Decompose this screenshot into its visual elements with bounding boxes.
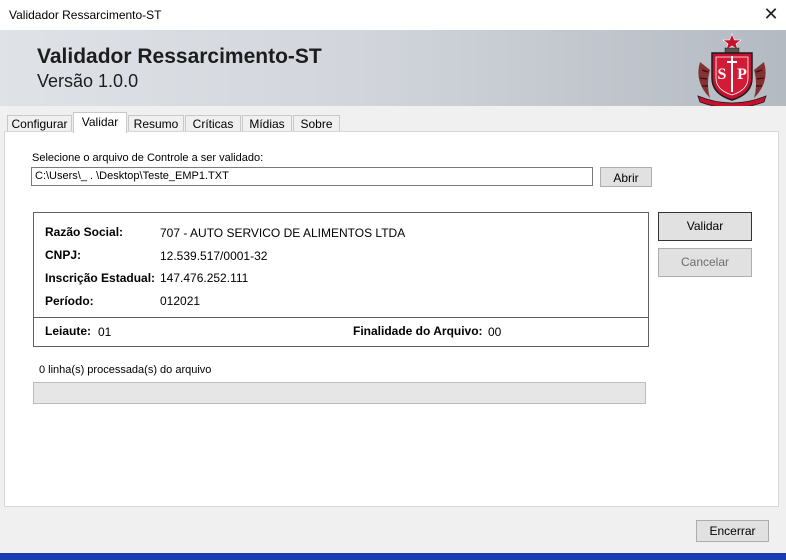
inscricao-estadual-value: 147.476.252.111: [160, 271, 249, 285]
cancel-button[interactable]: Cancelar: [658, 248, 752, 277]
svg-text:P: P: [737, 66, 747, 83]
tab-criticas[interactable]: Críticas: [185, 115, 241, 132]
inscricao-estadual-label: Inscrição Estadual:: [45, 271, 156, 285]
close-icon[interactable]: ✕: [760, 5, 782, 25]
tab-midias[interactable]: Mídias: [242, 115, 292, 132]
cnpj-label: CNPJ:: [45, 248, 82, 262]
info-divider: [33, 317, 649, 318]
tab-strip: Configurar Validar Resumo Críticas Mídia…: [0, 106, 786, 133]
progress-bar: [33, 382, 646, 404]
close-app-button[interactable]: Encerrar: [696, 520, 769, 542]
version-label: Versão 1.0.0: [37, 71, 139, 91]
cnpj-value: 12.539.517/0001-32: [160, 249, 268, 263]
leiaute-value: 01: [98, 325, 112, 339]
tab-sobre[interactable]: Sobre: [293, 115, 340, 132]
taskbar-strip: [0, 553, 786, 560]
periodo-label: Período:: [45, 294, 94, 308]
sao-paulo-coat-of-arms-emblem: S P: [697, 33, 767, 106]
razao-social-label: Razão Social:: [45, 225, 124, 239]
finalidade-value: 00: [488, 325, 502, 339]
tab-validar[interactable]: Validar: [73, 112, 127, 133]
open-file-button[interactable]: Abrir: [600, 167, 652, 187]
header-banner: Validador Ressarcimento-ST Versão 1.0.0 …: [0, 30, 786, 106]
leiaute-label: Leiaute:: [45, 324, 92, 338]
select-file-label: Selecione o arquivo de Controle a ser va…: [32, 152, 264, 164]
window-title: Validador Ressarcimento-ST: [9, 8, 162, 22]
tab-configurar[interactable]: Configurar: [7, 115, 72, 132]
validate-button[interactable]: Validar: [658, 212, 752, 241]
finalidade-label: Finalidade do Arquivo:: [353, 324, 483, 338]
app-name-heading: Validador Ressarcimento-ST: [37, 45, 322, 68]
razao-social-value: 707 - AUTO SERVICO DE ALIMENTOS LTDA: [160, 226, 406, 240]
window-title-bar: Validador Ressarcimento-ST ✕: [0, 0, 786, 30]
progress-status-text: 0 linha(s) processada(s) do arquivo: [39, 364, 212, 376]
file-path-input[interactable]: C:\Users\_ . \Desktop\Teste_EMP1.TXT: [31, 167, 593, 186]
tab-resumo[interactable]: Resumo: [128, 115, 184, 132]
svg-text:S: S: [718, 66, 727, 83]
periodo-value: 012021: [160, 294, 201, 308]
